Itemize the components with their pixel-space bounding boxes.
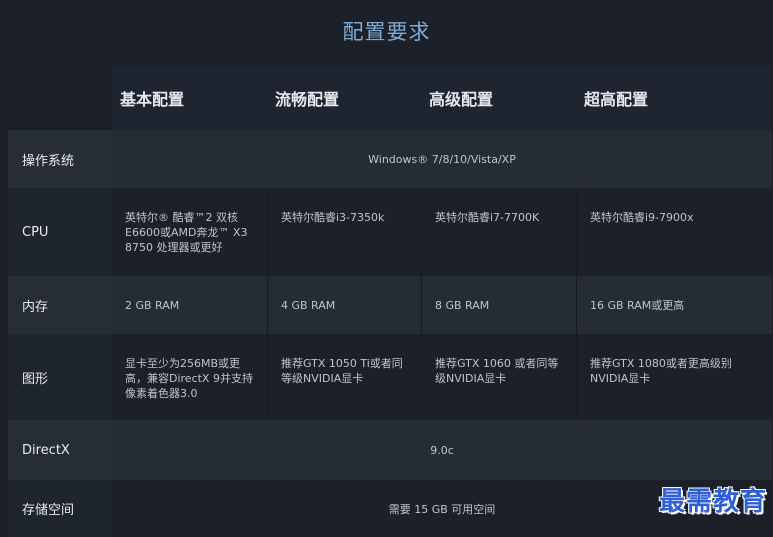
row-label-os: 操作系统: [8, 130, 112, 188]
header-advanced: 高级配置: [421, 66, 576, 130]
gpu-ultra: 推荐GTX 1080或者更高级别NVIDIA显卡: [576, 334, 772, 420]
row-label-gpu: 图形: [8, 334, 112, 420]
row-label-cpu: CPU: [8, 188, 112, 276]
header-blank: [8, 66, 112, 130]
header-smooth: 流畅配置: [267, 66, 421, 130]
table-row-os: 操作系统 Windows® 7/8/10/Vista/XP: [8, 130, 772, 188]
watermark-logo: 最需教育: [658, 487, 767, 517]
page-title: 配置要求: [342, 20, 431, 44]
table-row-directx: DirectX 9.0c: [8, 420, 772, 480]
cpu-ultra: 英特尔酷睿i9-7900x: [576, 188, 772, 276]
requirements-panel: 配置要求 基本配置 流畅配置 高级配置 超高配置 操作系统 Windows® 7…: [0, 0, 773, 537]
table-row-ram: 内存 2 GB RAM 4 GB RAM 8 GB RAM 16 GB RAM或…: [8, 276, 772, 334]
row-label-storage: 存储空间: [8, 480, 112, 537]
header-row: 基本配置 流畅配置 高级配置 超高配置: [8, 66, 772, 130]
row-label-ram: 内存: [8, 276, 112, 334]
directx-value: 9.0c: [112, 420, 772, 480]
ram-smooth: 4 GB RAM: [267, 276, 421, 334]
header-basic: 基本配置: [112, 66, 267, 130]
table-row-cpu: CPU 英特尔® 酷睿™2 双核 E6600或AMD奔龙™ X3 8750 处理…: [8, 188, 772, 276]
table-row-storage: 存储空间 需要 15 GB 可用空间: [8, 480, 772, 537]
table-row-gpu: 图形 显卡至少为256MB或更高，兼容DirectX 9并支持像素着色器3.0 …: [8, 334, 772, 420]
ram-ultra: 16 GB RAM或更高: [576, 276, 772, 334]
os-value: Windows® 7/8/10/Vista/XP: [112, 130, 772, 188]
gpu-basic: 显卡至少为256MB或更高，兼容DirectX 9并支持像素着色器3.0: [112, 334, 267, 420]
ram-advanced: 8 GB RAM: [421, 276, 576, 334]
cpu-smooth: 英特尔酷睿i3-7350k: [267, 188, 421, 276]
cpu-basic: 英特尔® 酷睿™2 双核 E6600或AMD奔龙™ X3 8750 处理器或更好: [112, 188, 267, 276]
ram-basic: 2 GB RAM: [112, 276, 267, 334]
header-ultra: 超高配置: [576, 66, 772, 130]
gpu-advanced: 推荐GTX 1060 或者同等级NVIDIA显卡: [421, 334, 576, 420]
row-label-directx: DirectX: [8, 420, 112, 480]
requirements-table: 基本配置 流畅配置 高级配置 超高配置 操作系统 Windows® 7/8/10…: [8, 66, 772, 537]
cpu-advanced: 英特尔酷睿i7-7700K: [421, 188, 576, 276]
gpu-smooth: 推荐GTX 1050 Ti或者同等级NVIDIA显卡: [267, 334, 421, 420]
